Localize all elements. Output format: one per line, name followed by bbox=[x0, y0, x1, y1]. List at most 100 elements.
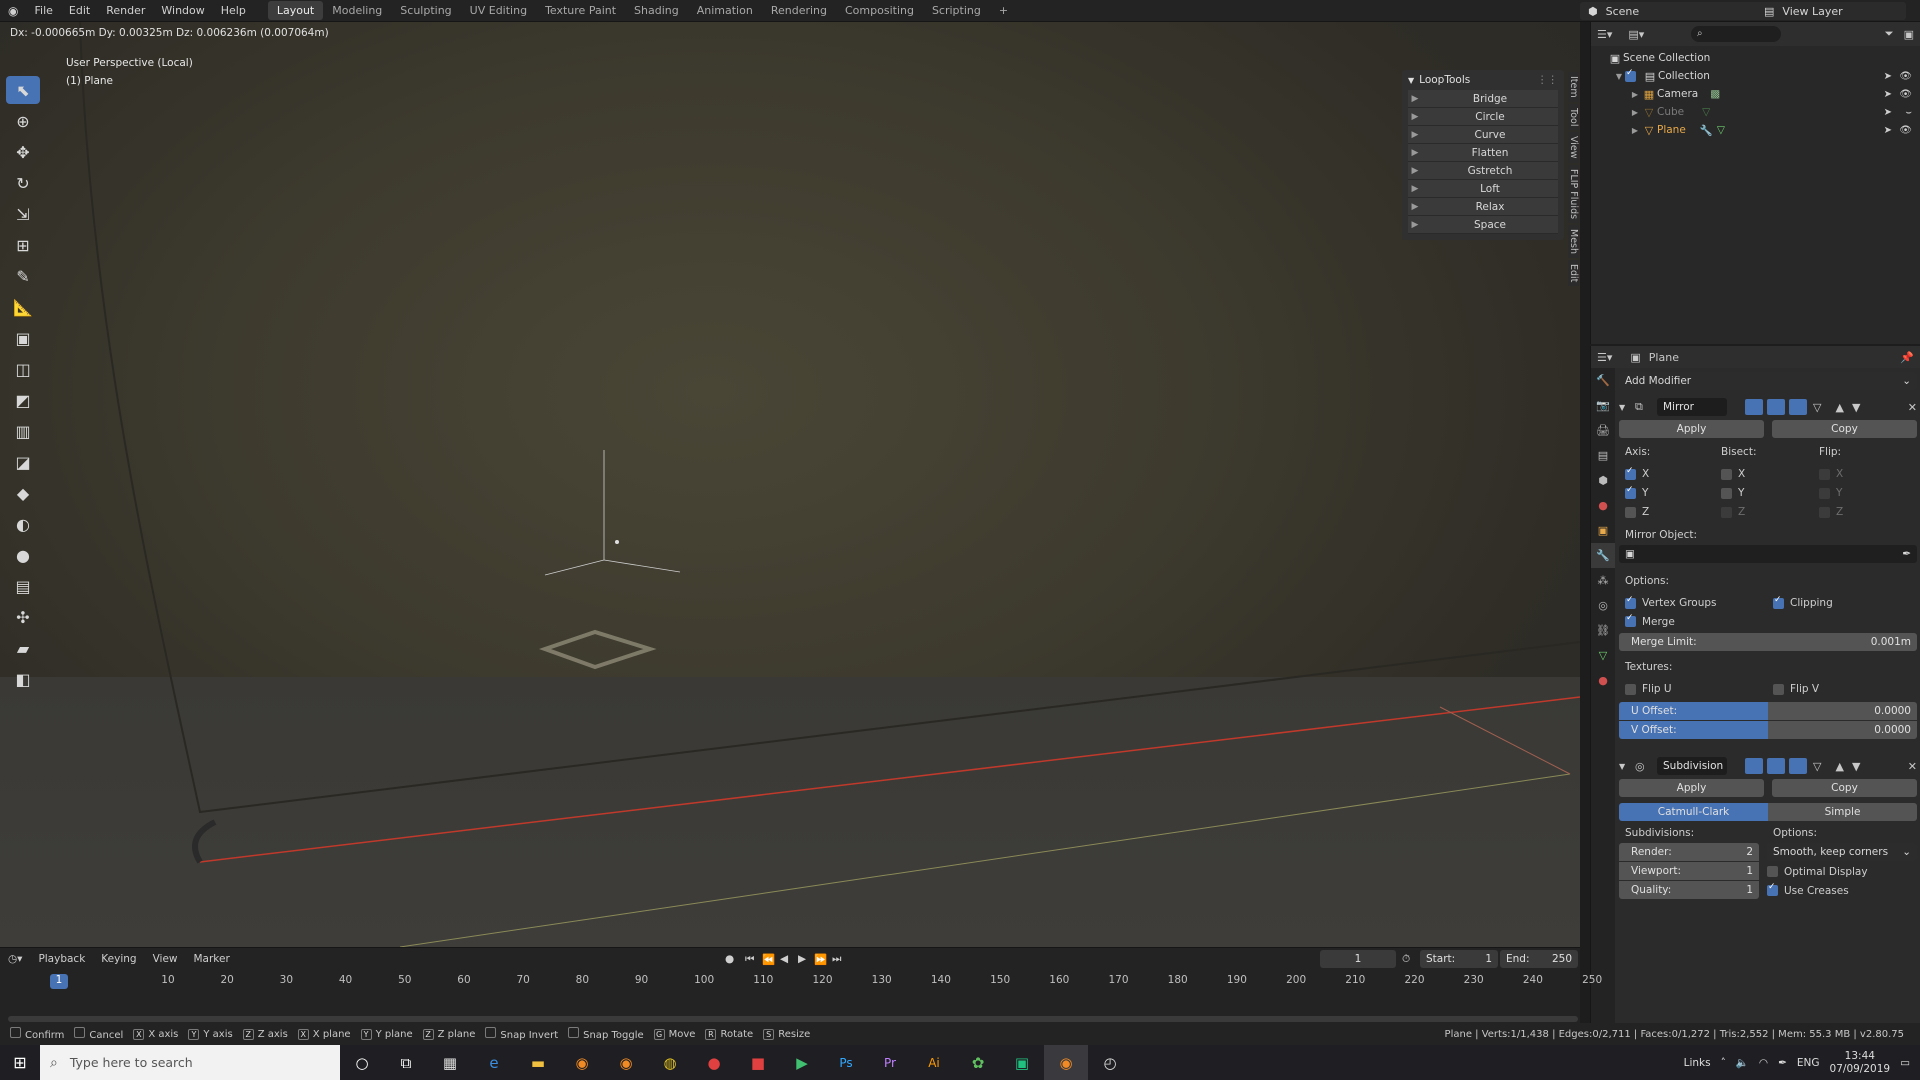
extrude-tool-icon[interactable]: ▣ bbox=[6, 324, 40, 352]
bisect-z-checkbox[interactable]: Z bbox=[1721, 505, 1819, 518]
bisect-y-checkbox[interactable]: Y bbox=[1721, 486, 1819, 499]
expand-right-icon[interactable]: ▶ bbox=[1629, 108, 1641, 117]
links-toolbar[interactable]: Links bbox=[1684, 1057, 1711, 1069]
menu-help[interactable]: Help bbox=[213, 4, 254, 17]
show-in-editmode-icon[interactable] bbox=[1745, 399, 1763, 415]
eye-icon[interactable]: 👁 bbox=[1899, 71, 1912, 82]
sidebar-tab-edit[interactable]: Edit bbox=[1568, 259, 1579, 287]
tab-uv-editing[interactable]: UV Editing bbox=[461, 1, 536, 20]
input-language[interactable]: ENG bbox=[1797, 1057, 1820, 1069]
timeline-scrollbar[interactable] bbox=[8, 1016, 1578, 1022]
render-tab-icon[interactable]: 📷 bbox=[1591, 393, 1615, 418]
looptools-item-gstretch[interactable]: ▶ Gstretch bbox=[1408, 162, 1558, 180]
clipping-checkbox[interactable]: Clipping bbox=[1773, 595, 1833, 609]
calculator-icon[interactable]: ▦ bbox=[428, 1045, 472, 1080]
tool-tab-icon[interactable]: 🔨 bbox=[1591, 368, 1615, 393]
show-in-viewport-icon[interactable] bbox=[1767, 758, 1785, 774]
tree-scene-collection[interactable]: ▣ Scene Collection bbox=[1591, 49, 1920, 67]
bevel-tool-icon[interactable]: ◩ bbox=[6, 386, 40, 414]
scene-tab-icon[interactable]: ⬢ bbox=[1591, 468, 1615, 493]
move-down-icon[interactable]: ▼ bbox=[1852, 401, 1860, 414]
tab-layout[interactable]: Layout bbox=[267, 1, 324, 20]
file-explorer-icon[interactable]: ▬ bbox=[516, 1045, 560, 1080]
pin-icon[interactable]: 📌 bbox=[1900, 351, 1914, 364]
looptools-item-space[interactable]: ▶ Space bbox=[1408, 216, 1558, 234]
blender-logo-icon[interactable]: ◉ bbox=[0, 4, 26, 18]
remove-modifier-icon[interactable]: ✕ bbox=[1908, 401, 1917, 414]
annotate-tool-icon[interactable]: ✎ bbox=[6, 262, 40, 290]
v-offset-field[interactable]: V Offset: 0.0000 bbox=[1619, 721, 1917, 739]
flip-v-checkbox[interactable]: Flip V bbox=[1773, 682, 1819, 695]
constraints-tab-icon[interactable]: ⛓ bbox=[1591, 618, 1615, 643]
expand-right-icon[interactable]: ▶ bbox=[1629, 90, 1641, 99]
sidebar-tab-flip-fluids[interactable]: FLIP Fluids bbox=[1568, 164, 1579, 223]
display-mode-icon[interactable]: ▤▾ bbox=[1628, 28, 1644, 41]
on-cage-icon[interactable]: ▽ bbox=[1813, 760, 1821, 773]
outliner-search-input[interactable]: ⌕ bbox=[1691, 26, 1781, 42]
pen-icon[interactable]: ✒ bbox=[1778, 1057, 1787, 1069]
menu-window[interactable]: Window bbox=[153, 4, 212, 17]
tab-compositing[interactable]: Compositing bbox=[836, 1, 923, 20]
axis-x-checkbox[interactable]: X bbox=[1625, 466, 1721, 480]
tab-modeling[interactable]: Modeling bbox=[323, 1, 391, 20]
eye-icon[interactable]: 👁 bbox=[1899, 89, 1912, 100]
filter-icon[interactable]: ⏷ bbox=[1885, 27, 1894, 41]
3d-viewport[interactable]: Dx: -0.000665m Dy: 0.00325m Dz: 0.006236… bbox=[0, 22, 1580, 947]
eyedropper-icon[interactable]: ✒ bbox=[1902, 548, 1911, 560]
green-app-icon[interactable]: ▣ bbox=[1000, 1045, 1044, 1080]
playback-menu[interactable]: Playback bbox=[38, 953, 85, 965]
mirror-name-field[interactable]: Mirror bbox=[1657, 398, 1727, 416]
clock-app-icon[interactable]: ◴ bbox=[1088, 1045, 1132, 1080]
clock[interactable]: 13:44 07/09/2019 bbox=[1830, 1050, 1891, 1076]
simple-toggle[interactable]: Simple bbox=[1768, 803, 1917, 821]
transform-tool-icon[interactable]: ⊞ bbox=[6, 231, 40, 259]
rip-tool-icon[interactable]: ◧ bbox=[6, 665, 40, 693]
axis-z-checkbox[interactable]: Z bbox=[1625, 505, 1721, 518]
move-up-icon[interactable]: ▲ bbox=[1835, 760, 1843, 773]
world-tab-icon[interactable]: ● bbox=[1591, 493, 1615, 518]
merge-checkbox[interactable]: Merge bbox=[1619, 612, 1917, 631]
rotate-tool-icon[interactable]: ↻ bbox=[6, 169, 40, 197]
expand-right-icon[interactable]: ▶ bbox=[1629, 126, 1641, 135]
record-icon[interactable]: ● bbox=[725, 953, 734, 965]
tree-item-camera[interactable]: ▶ ▦ Camera ▩ ➤ 👁 bbox=[1591, 85, 1920, 103]
u-offset-field[interactable]: U Offset: 0.0000 bbox=[1619, 702, 1917, 720]
uv-smooth-dropdown[interactable]: Smooth, keep corners ⌄ bbox=[1767, 843, 1917, 861]
tab-shading[interactable]: Shading bbox=[625, 1, 688, 20]
menu-render[interactable]: Render bbox=[98, 4, 153, 17]
editor-type-icon[interactable]: ◷▾ bbox=[8, 953, 22, 965]
view-layer-selector[interactable]: ▤ View Layer bbox=[1756, 2, 1906, 20]
drag-handle-icon[interactable]: ⋮⋮ bbox=[1537, 74, 1558, 86]
blender-app-icon-2[interactable]: ◉ bbox=[604, 1045, 648, 1080]
end-frame-field[interactable]: End: 250 bbox=[1500, 950, 1578, 968]
eye-closed-icon[interactable]: ⌣ bbox=[1905, 107, 1912, 118]
app-red-icon[interactable]: ● bbox=[692, 1045, 736, 1080]
shrink-fatten-tool-icon[interactable]: ✣ bbox=[6, 603, 40, 631]
use-creases-checkbox[interactable]: Use Creases bbox=[1767, 881, 1917, 900]
looptools-item-bridge[interactable]: ▶ Bridge bbox=[1408, 90, 1558, 108]
catmull-clark-toggle[interactable]: Catmull-Clark bbox=[1619, 803, 1768, 821]
chevron-up-icon[interactable]: ˄ bbox=[1721, 1057, 1726, 1069]
jump-end-icon[interactable]: ⏭ bbox=[832, 953, 841, 966]
play-reverse-icon[interactable]: ◀ bbox=[780, 953, 788, 965]
knife-tool-icon[interactable]: ◪ bbox=[6, 448, 40, 476]
looptools-item-circle[interactable]: ▶ Circle bbox=[1408, 108, 1558, 126]
quality-field[interactable]: Quality: 1 bbox=[1619, 881, 1759, 899]
add-workspace-icon[interactable]: + bbox=[990, 1, 1017, 20]
optimal-display-checkbox[interactable]: Optimal Display bbox=[1767, 862, 1917, 881]
material-tab-icon[interactable]: ● bbox=[1591, 668, 1615, 693]
selectable-arrow-icon[interactable]: ➤ bbox=[1884, 71, 1892, 82]
flip-x-checkbox[interactable]: X bbox=[1819, 467, 1843, 480]
view-layer-tab-icon[interactable]: ▤ bbox=[1591, 443, 1615, 468]
selectable-arrow-icon[interactable]: ➤ bbox=[1884, 107, 1892, 118]
current-frame-field[interactable]: 1 bbox=[1320, 950, 1396, 968]
scale-tool-icon[interactable]: ⇲ bbox=[6, 200, 40, 228]
select-box-tool-icon[interactable]: ⬉ bbox=[6, 76, 40, 104]
jump-keyframe-forward-icon[interactable]: ⏩ bbox=[814, 953, 827, 966]
object-tab-icon[interactable]: ▣ bbox=[1591, 518, 1615, 543]
show-in-render-icon[interactable] bbox=[1789, 758, 1807, 774]
modifier-tab-icon[interactable]: 🔧 bbox=[1591, 543, 1615, 568]
tab-texture-paint[interactable]: Texture Paint bbox=[536, 1, 625, 20]
notifications-icon[interactable]: ▭ bbox=[1900, 1057, 1910, 1069]
editor-type-icon[interactable]: ☰▾ bbox=[1597, 28, 1612, 41]
